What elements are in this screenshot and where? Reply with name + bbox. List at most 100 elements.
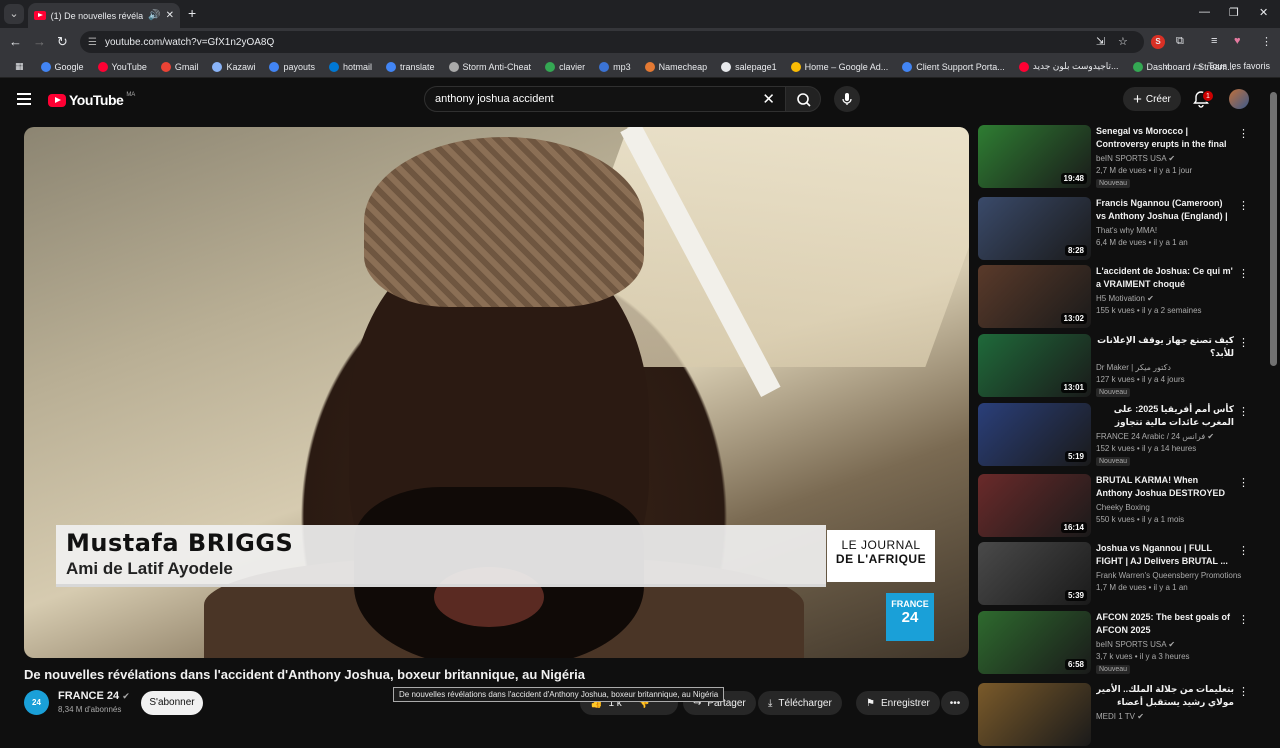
video-thumbnail[interactable]: 13:02	[978, 265, 1091, 328]
more-options-icon[interactable]: ⋮	[1238, 405, 1249, 418]
tab-search-button[interactable]: ⌄	[4, 4, 24, 24]
bookmark-item[interactable]: YouTube	[91, 61, 154, 72]
maximize-icon[interactable]: ❐	[1229, 6, 1239, 19]
apps-grid-icon[interactable]: ▦	[8, 61, 34, 72]
more-options-icon[interactable]: ⋮	[1238, 476, 1249, 489]
recommended-channel[interactable]: beIN SPORTS USA ✔	[1096, 640, 1175, 649]
omnibox[interactable]: ☰ youtube.com/watch?v=GfX1n2yOA8Q	[80, 31, 1144, 53]
recommended-channel[interactable]: Frank Warren's Queensberry Promotions	[1096, 571, 1241, 580]
recommended-title[interactable]: BRUTAL KARMA! When Anthony Joshua DESTRO…	[1096, 474, 1234, 500]
video-thumbnail[interactable]: 5:39	[978, 542, 1091, 605]
more-options-icon[interactable]: ⋮	[1238, 127, 1249, 140]
recommended-channel-name[interactable]: FRANCE 24 Arabic / فرانس 24	[1096, 432, 1205, 441]
more-options-icon[interactable]: ⋮	[1238, 336, 1249, 349]
bookmark-item[interactable]: Gmail	[154, 61, 206, 72]
clear-search-icon[interactable]: ✕	[762, 90, 775, 108]
recommended-title[interactable]: بتعليمات من جلالة الملك.. الأمير مولاي ر…	[1096, 683, 1234, 709]
reload-icon[interactable]: ↻	[57, 34, 68, 50]
recommended-video[interactable]: 6:58 AFCON 2025: The best goals of AFCON…	[978, 611, 1258, 676]
search-button[interactable]	[785, 86, 821, 112]
install-app-icon[interactable]: ⇲	[1096, 35, 1105, 48]
video-thumbnail[interactable]: 19:48	[978, 125, 1091, 188]
recommended-title[interactable]: كأس أمم أفريقيا 2025: على المغرب عائدات …	[1096, 403, 1234, 429]
speaker-icon[interactable]: 🔊	[148, 10, 160, 21]
youtube-logo[interactable]: YouTube MA	[48, 92, 135, 108]
channel-avatar[interactable]: 24	[24, 690, 49, 715]
video-thumbnail[interactable]: 16:14	[978, 474, 1091, 537]
recommended-video[interactable]: 19:48 Senegal vs Morocco | Controversy e…	[978, 125, 1258, 190]
save-button[interactable]: ⚑ Enregistrer	[856, 691, 940, 715]
recommended-video[interactable]: 16:14 BRUTAL KARMA! When Anthony Joshua …	[978, 474, 1258, 539]
more-options-icon[interactable]: ⋮	[1238, 613, 1249, 626]
channel-name-text[interactable]: FRANCE 24	[58, 690, 119, 702]
bookmark-item[interactable]: Kazawi	[205, 61, 262, 72]
bookmark-item[interactable]: translate	[379, 61, 442, 72]
search-input[interactable]: anthony joshua accident ✕	[424, 86, 786, 112]
bookmark-item[interactable]: mp3	[592, 61, 638, 72]
recommended-title[interactable]: Francis Ngannou (Cameroon) vs Anthony Jo…	[1096, 197, 1234, 223]
bookmark-item[interactable]: hotmail	[322, 61, 379, 72]
recommended-channel[interactable]: FRANCE 24 Arabic / فرانس 24 ✔	[1096, 432, 1214, 441]
recommended-channel-name[interactable]: That's why MMA!	[1096, 226, 1157, 235]
more-options-icon[interactable]: ⋮	[1238, 685, 1249, 698]
channel-name[interactable]: FRANCE 24 ✔	[58, 690, 130, 702]
recommended-video[interactable]: بتعليمات من جلالة الملك.. الأمير مولاي ر…	[978, 683, 1258, 748]
site-info-icon[interactable]: ☰	[88, 37, 97, 48]
video-thumbnail[interactable]: 5:19	[978, 403, 1091, 466]
bookmark-star-icon[interactable]: ☆	[1118, 35, 1128, 48]
voice-search-button[interactable]	[834, 86, 860, 112]
recommended-title[interactable]: كيف تصنع جهاز يوقف الإعلانات للأبد؟	[1096, 334, 1234, 360]
recommended-channel-name[interactable]: Cheeky Boxing	[1096, 503, 1150, 512]
recommended-title[interactable]: AFCON 2025: The best goals of AFCON 2025	[1096, 611, 1234, 637]
recommended-channel[interactable]: Dr Maker | دكتور ميكر	[1096, 363, 1171, 372]
recommended-channel-name[interactable]: H5 Motivation	[1096, 294, 1145, 303]
download-button[interactable]: ⤓ Télécharger	[758, 691, 842, 715]
subscribe-button[interactable]: S'abonner	[141, 691, 203, 715]
recommended-video[interactable]: 13:02 L'accident de Joshua: Ce qui m' a …	[978, 265, 1258, 330]
account-avatar[interactable]	[1229, 89, 1249, 109]
menu-hamburger-icon[interactable]	[17, 93, 31, 108]
bookmark-item[interactable]: Client Support Porta...	[895, 61, 1012, 72]
video-thumbnail[interactable]: 8:28	[978, 197, 1091, 260]
recommended-video[interactable]: 8:28 Francis Ngannou (Cameroon) vs Antho…	[978, 197, 1258, 262]
profile-avatar-icon[interactable]: ♥	[1234, 35, 1241, 47]
reading-list-icon[interactable]: ≡	[1211, 35, 1217, 47]
bookmark-item[interactable]: Storm Anti-Cheat	[442, 61, 539, 72]
close-tab-icon[interactable]: ✕	[166, 10, 174, 21]
url-text[interactable]: youtube.com/watch?v=GfX1n2yOA8Q	[105, 37, 274, 48]
recommended-video[interactable]: 5:39 Joshua vs Ngannou | FULL FIGHT | AJ…	[978, 542, 1258, 607]
new-tab-button[interactable]: +	[188, 5, 196, 21]
recommended-channel[interactable]: beIN SPORTS USA ✔	[1096, 154, 1175, 163]
recommended-channel-name[interactable]: Frank Warren's Queensberry Promotions	[1096, 571, 1241, 580]
more-actions-button[interactable]: •••	[941, 691, 969, 715]
video-thumbnail[interactable]	[978, 683, 1091, 746]
create-button[interactable]: + Créer	[1123, 87, 1181, 111]
bookmark-item[interactable]: clavier	[538, 61, 592, 72]
bookmarks-overflow-icon[interactable]: »	[1164, 61, 1169, 72]
recommended-channel[interactable]: Cheeky Boxing	[1096, 503, 1150, 512]
recommended-channel[interactable]: H5 Motivation ✔	[1096, 294, 1154, 303]
recommended-channel[interactable]: That's why MMA!	[1096, 226, 1157, 235]
recommended-channel-name[interactable]: Dr Maker | دكتور ميكر	[1096, 363, 1171, 372]
video-player[interactable]: Mustafa BRIGGS Ami de Latif Ayodele LE J…	[24, 127, 969, 658]
page-scrollbar[interactable]	[1270, 92, 1277, 366]
more-options-icon[interactable]: ⋮	[1238, 544, 1249, 557]
recommended-video[interactable]: 13:01 كيف تصنع جهاز يوقف الإعلانات للأبد…	[978, 334, 1258, 399]
search-query[interactable]: anthony joshua accident	[435, 93, 554, 105]
bookmark-item[interactable]: Home – Google Ad...	[784, 61, 896, 72]
bookmark-item[interactable]: payouts	[262, 61, 322, 72]
video-thumbnail[interactable]: 6:58	[978, 611, 1091, 674]
all-bookmarks[interactable]: » ▭ Tous les favoris	[1164, 61, 1270, 72]
video-thumbnail[interactable]: 13:01	[978, 334, 1091, 397]
bookmark-item[interactable]: تاجيدوست بلون جديد...	[1012, 61, 1126, 72]
bookmark-item[interactable]: salepage1	[714, 61, 784, 72]
recommended-channel-name[interactable]: beIN SPORTS USA	[1096, 640, 1166, 649]
close-window-icon[interactable]: ✕	[1259, 6, 1268, 19]
bookmark-item[interactable]: Google	[34, 61, 91, 72]
extensions-puzzle-icon[interactable]: ⧉	[1176, 35, 1184, 48]
extension-s-icon[interactable]: S	[1151, 35, 1165, 49]
recommended-title[interactable]: Senegal vs Morocco | Controversy erupts …	[1096, 125, 1234, 151]
all-bookmarks-label[interactable]: Tous les favoris	[1208, 61, 1270, 72]
recommended-channel-name[interactable]: beIN SPORTS USA	[1096, 154, 1166, 163]
recommended-title[interactable]: L'accident de Joshua: Ce qui m' a VRAIME…	[1096, 265, 1234, 291]
